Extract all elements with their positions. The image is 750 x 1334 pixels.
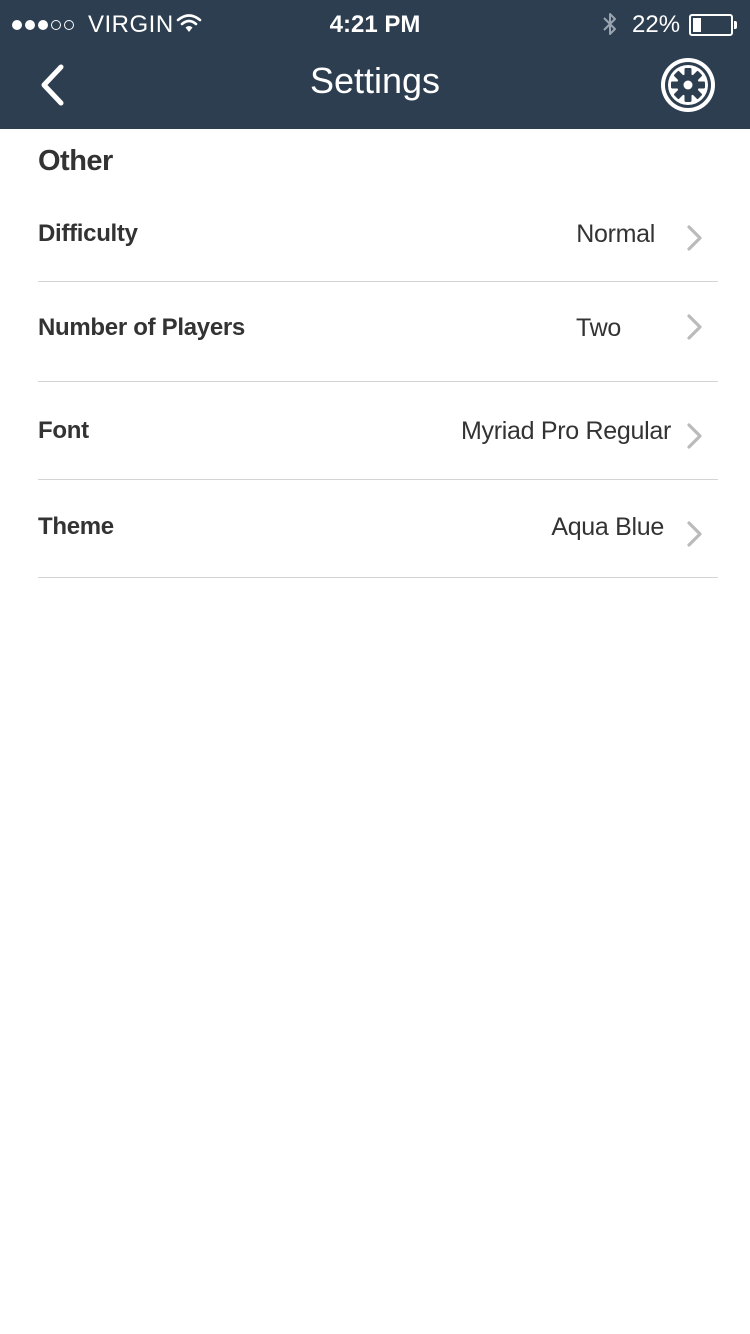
setting-value: Aqua Blue xyxy=(551,513,664,541)
section-title: Other xyxy=(38,145,113,177)
setting-row-difficulty[interactable]: Difficulty Normal xyxy=(38,186,718,282)
settings-button[interactable] xyxy=(659,56,717,114)
setting-row-theme[interactable]: Theme Aqua Blue xyxy=(38,480,718,578)
setting-value: Two xyxy=(576,314,621,342)
status-bar: VIRGIN 4:21 PM 22% xyxy=(0,0,750,50)
setting-value: Myriad Pro Regular xyxy=(461,417,671,445)
setting-label: Font xyxy=(38,417,89,444)
setting-row-number-of-players[interactable]: Number of Players Two xyxy=(38,282,718,382)
page-title: Settings xyxy=(309,60,441,101)
battery-icon xyxy=(689,14,733,36)
battery-percent: 22% xyxy=(632,11,681,38)
setting-row-font[interactable]: Font Myriad Pro Regular xyxy=(38,382,718,480)
chevron-right-icon xyxy=(687,225,702,251)
settings-list: Difficulty Normal Number of Players Two … xyxy=(38,186,718,578)
chevron-right-icon xyxy=(687,423,702,449)
bluetooth-icon xyxy=(600,10,620,45)
chevron-right-icon xyxy=(687,314,702,340)
chevron-right-icon xyxy=(687,521,702,547)
gear-icon xyxy=(661,58,715,112)
setting-label: Difficulty xyxy=(38,220,138,247)
setting-label: Theme xyxy=(38,513,114,540)
nav-header: VIRGIN 4:21 PM 22% Settings xyxy=(0,0,750,129)
setting-label: Number of Players xyxy=(38,314,245,341)
setting-value: Normal xyxy=(576,220,655,248)
